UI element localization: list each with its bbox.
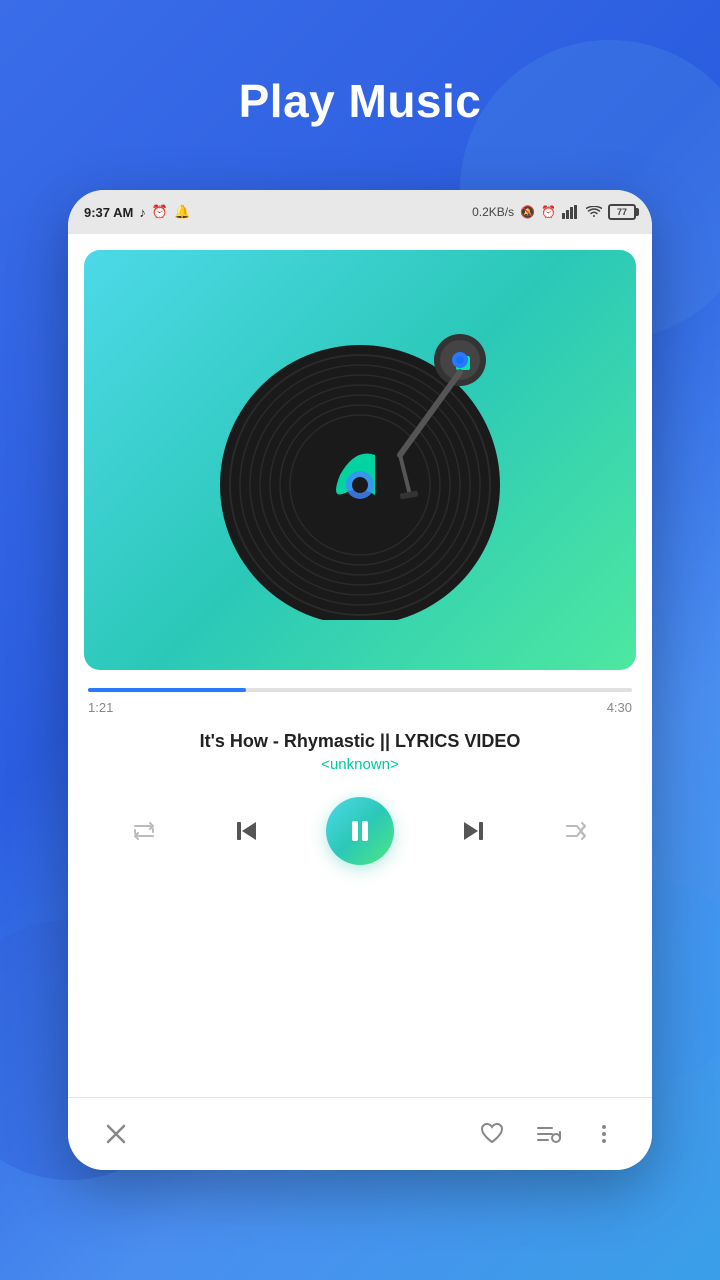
next-button[interactable]: [449, 807, 497, 855]
status-right: 0.2KB/s 🔕 ⏰ 77: [472, 204, 636, 220]
song-artist: <unknown>: [88, 756, 632, 773]
status-time: 9:37 AM: [84, 205, 133, 220]
shuffle-button[interactable]: [552, 807, 600, 855]
playlist-button[interactable]: [528, 1114, 568, 1154]
clock-icon: ⏰: [152, 204, 168, 220]
mute-icon: 🔕: [520, 205, 535, 219]
prev-button[interactable]: [223, 807, 271, 855]
playback-controls: [68, 785, 652, 885]
song-info: It's How - Rhymastic || LYRICS VIDEO <un…: [68, 723, 652, 785]
page-title: Play Music: [0, 74, 720, 128]
battery-icon: 77: [608, 204, 636, 220]
progress-bar-fill: [88, 688, 246, 692]
bottom-bar: [68, 1097, 652, 1170]
song-title: It's How - Rhymastic || LYRICS VIDEO: [88, 731, 632, 752]
progress-total: 4:30: [607, 700, 632, 715]
progress-times: 1:21 4:30: [88, 700, 632, 715]
repeat-button[interactable]: [120, 807, 168, 855]
network-speed: 0.2KB/s: [472, 205, 514, 219]
close-button[interactable]: [96, 1114, 136, 1154]
album-art: [84, 250, 636, 670]
phone-content: 1:21 4:30 It's How - Rhymastic || LYRICS…: [68, 234, 652, 1170]
favorite-button[interactable]: [472, 1114, 512, 1154]
alarm-icon: ⏰: [541, 205, 556, 219]
phone-frame: 9:37 AM ♪ ⏰ 🔔 0.2KB/s 🔕 ⏰: [68, 190, 652, 1170]
status-left: 9:37 AM ♪ ⏰ 🔔: [84, 204, 190, 220]
notification-icon: 🔔: [174, 204, 190, 220]
wifi-icon: [586, 206, 602, 218]
progress-bar-container[interactable]: [88, 688, 632, 692]
pause-button[interactable]: [326, 797, 394, 865]
music-note-icon: ♪: [139, 205, 146, 220]
vinyl-record-icon: [200, 300, 520, 620]
progress-area: 1:21 4:30: [68, 670, 652, 723]
signal-icon: [562, 205, 580, 219]
more-options-button[interactable]: [584, 1114, 624, 1154]
status-bar: 9:37 AM ♪ ⏰ 🔔 0.2KB/s 🔕 ⏰: [68, 190, 652, 234]
progress-current: 1:21: [88, 700, 113, 715]
